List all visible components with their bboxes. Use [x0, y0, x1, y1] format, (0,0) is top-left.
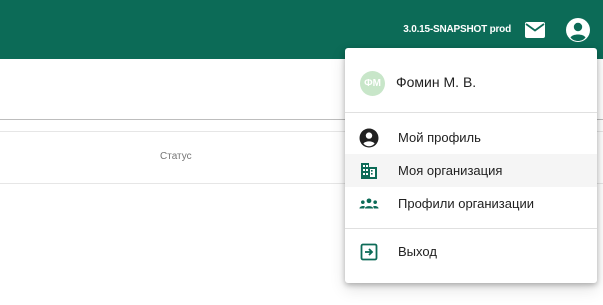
account-circle-icon	[359, 128, 379, 148]
version-label: 3.0.15-SNAPSHOT prod	[403, 24, 511, 35]
menu-item-my-organization[interactable]: Моя организация	[345, 154, 597, 187]
menu-item-organization-profiles[interactable]: Профили организации	[345, 187, 597, 220]
account-circle-icon	[566, 18, 590, 42]
people-icon	[359, 194, 379, 214]
exit-icon	[359, 242, 379, 262]
logout-button[interactable]: Выход	[345, 235, 597, 268]
menu-item-label: Моя организация	[398, 163, 503, 178]
menu-item-label: Мой профиль	[398, 130, 481, 145]
mail-button[interactable]	[522, 17, 548, 43]
account-button[interactable]	[563, 15, 593, 45]
mail-icon	[525, 22, 545, 38]
menu-divider	[345, 228, 597, 229]
menu-divider	[345, 112, 597, 113]
logout-label: Выход	[398, 244, 437, 259]
column-header-status: Статус	[160, 151, 192, 162]
user-menu: ФМ Фомин М. В. Мой профиль Моя организац…	[345, 48, 597, 283]
user-info: ФМ Фомин М. В.	[345, 63, 597, 103]
avatar: ФМ	[360, 71, 385, 96]
user-name: Фомин М. В.	[396, 74, 477, 90]
menu-item-my-profile[interactable]: Мой профиль	[345, 121, 597, 154]
menu-item-label: Профили организации	[398, 196, 534, 211]
building-icon	[359, 161, 379, 181]
